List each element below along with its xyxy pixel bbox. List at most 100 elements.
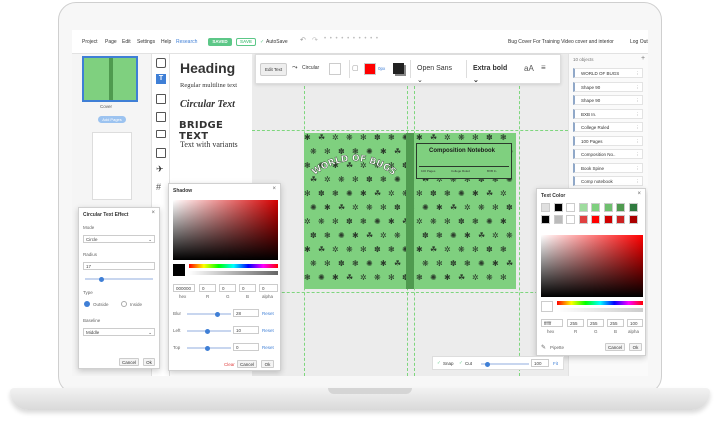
- baseline-select[interactable]: Middle ⌄: [83, 328, 155, 336]
- layer-item[interactable]: Shape 90 ⋮: [573, 81, 643, 92]
- top-reset[interactable]: Reset: [262, 345, 274, 350]
- bridge-text-style[interactable]: BRIDGE TEXT: [179, 120, 252, 142]
- layer-item[interactable]: BXB In. ⋮: [573, 108, 643, 119]
- shapes-icon[interactable]: [156, 112, 166, 122]
- text-tool-icon[interactable]: T: [156, 74, 166, 84]
- hex-input[interactable]: ffffff: [541, 319, 563, 327]
- layer-item[interactable]: Shape 90 ⋮: [573, 95, 643, 105]
- ok-button[interactable]: Ok: [261, 360, 274, 368]
- rocket-icon[interactable]: ✈: [156, 164, 164, 175]
- pipette-label[interactable]: Pipette: [550, 345, 564, 350]
- g-input[interactable]: 0: [219, 284, 236, 292]
- menu-page[interactable]: Page: [105, 39, 117, 45]
- layer-menu-icon[interactable]: ⋮: [636, 150, 641, 159]
- notebook-label-box[interactable]: Composition Notebook 100 Pages College R…: [416, 143, 512, 179]
- r-input[interactable]: 0: [199, 284, 216, 292]
- color-swatch[interactable]: [566, 203, 575, 212]
- menu-project[interactable]: Project: [82, 39, 98, 45]
- left-input[interactable]: 10: [233, 326, 259, 334]
- blur-slider-knob[interactable]: [215, 311, 220, 317]
- background-icon[interactable]: [156, 148, 166, 158]
- font-weight-select[interactable]: Extra bold ⌄: [469, 63, 519, 84]
- outside-radio[interactable]: [84, 301, 90, 307]
- heading-style[interactable]: Heading: [180, 60, 235, 76]
- shadow-icon[interactable]: [393, 63, 404, 74]
- color-picker-area[interactable]: [541, 235, 643, 297]
- top-slider-knob[interactable]: [205, 345, 210, 351]
- blur-input[interactable]: 28: [233, 309, 259, 317]
- circular-toggle[interactable]: Circular: [302, 65, 319, 71]
- b-input[interactable]: 0: [239, 284, 256, 292]
- circular-text-style[interactable]: Circular Text: [180, 99, 235, 110]
- blur-reset[interactable]: Reset: [262, 311, 274, 316]
- undo-icon[interactable]: ↶: [300, 36, 306, 44]
- layer-menu-icon[interactable]: ⋮: [636, 164, 641, 173]
- color-swatch[interactable]: [603, 215, 613, 224]
- stroke-size[interactable]: 0px: [378, 66, 385, 71]
- layer-item[interactable]: 100 Pages ⋮: [573, 135, 643, 146]
- color-swatch[interactable]: [553, 203, 563, 212]
- radius-slider-knob[interactable]: [99, 276, 104, 282]
- b-input[interactable]: 255: [607, 319, 624, 327]
- g-input[interactable]: 255: [587, 319, 604, 327]
- logout-link[interactable]: Log Out: [630, 39, 648, 45]
- redo-icon[interactable]: ↷: [312, 36, 318, 44]
- layer-item[interactable]: Composition No.. ⋮: [573, 149, 643, 159]
- color-swatch[interactable]: [541, 203, 550, 212]
- cut-check-icon[interactable]: ✓: [459, 360, 463, 366]
- layer-item[interactable]: Book Spine ⋮: [573, 162, 643, 173]
- ok-button[interactable]: Ok: [629, 343, 642, 351]
- menu-edit[interactable]: Edit: [122, 39, 131, 45]
- layer-menu-icon[interactable]: ⋮: [636, 177, 641, 186]
- menu-research[interactable]: Research: [176, 39, 197, 45]
- r-input[interactable]: 255: [567, 319, 584, 327]
- left-slider-knob[interactable]: [205, 328, 210, 334]
- alpha-slider[interactable]: [557, 308, 643, 312]
- layer-item[interactable]: WORLD OF BUGS ⋮: [573, 68, 643, 78]
- add-layer-icon[interactable]: +: [641, 55, 645, 62]
- hue-slider[interactable]: [189, 264, 278, 268]
- layout-icon[interactable]: [156, 58, 166, 68]
- close-icon[interactable]: ×: [272, 186, 276, 192]
- close-icon[interactable]: ×: [637, 191, 641, 197]
- alpha-input[interactable]: 0: [259, 284, 278, 292]
- layer-menu-icon[interactable]: ⋮: [636, 137, 641, 146]
- inside-radio[interactable]: [121, 301, 127, 307]
- alpha-slider[interactable]: [189, 271, 278, 275]
- color-swatch[interactable]: [578, 203, 588, 212]
- color-swatch[interactable]: [628, 203, 638, 212]
- color-picker-area[interactable]: [173, 200, 278, 260]
- pipette-icon[interactable]: ✎: [541, 344, 546, 351]
- menu-help[interactable]: Help: [161, 39, 171, 45]
- image-icon[interactable]: [156, 94, 166, 104]
- alpha-input[interactable]: 100: [627, 319, 643, 327]
- color-swatch[interactable]: [541, 215, 550, 224]
- color-swatch[interactable]: [603, 203, 613, 212]
- color-swatch[interactable]: [578, 215, 588, 224]
- color-swatch[interactable]: [616, 203, 625, 212]
- layer-menu-icon[interactable]: ⋮: [636, 83, 641, 92]
- elements-icon[interactable]: [156, 130, 166, 138]
- layer-item[interactable]: Comp notebook ⋮: [573, 176, 643, 186]
- regular-text-style[interactable]: Regular multiline text: [180, 82, 237, 89]
- zoom-input[interactable]: 100: [531, 359, 549, 367]
- layer-menu-icon[interactable]: ⋮: [636, 123, 641, 132]
- saved-button[interactable]: SAVED: [208, 38, 232, 46]
- top-slider[interactable]: [187, 345, 231, 351]
- blur-slider[interactable]: [187, 311, 231, 317]
- text-case-button[interactable]: aA: [524, 64, 534, 73]
- cover-thumbnail[interactable]: [82, 56, 138, 102]
- layer-item[interactable]: College Ruled ⋮: [573, 122, 643, 132]
- radius-input[interactable]: 17: [83, 262, 155, 270]
- left-reset[interactable]: Reset: [262, 328, 274, 333]
- font-family-select[interactable]: Open Sans ⌄: [413, 63, 463, 84]
- mode-select[interactable]: Circle ⌄: [83, 235, 155, 243]
- text-color-swatch[interactable]: [329, 63, 341, 75]
- color-swatch[interactable]: [553, 215, 563, 224]
- book-cover[interactable]: ✱ ☘ ✲ ❋ ✻ ✽ ❃ ✺ ✱ ☘ ✲ ❋ ✻ ✽ ❃ ❋ ✻ ✽ ❃ ✺ ✱ ☘ ✲ ❋ ✻ ✽ ❃ ✺ ✱ ☘ ❃ ✺ ✱ ☘ ✲ ❋ ✻ ✽ ❃ ✺…: [304, 133, 516, 289]
- menu-settings[interactable]: Settings: [137, 39, 155, 45]
- stroke-color-swatch[interactable]: [364, 63, 376, 75]
- snap-check-icon[interactable]: ✓: [437, 360, 441, 366]
- top-input[interactable]: 0: [233, 343, 259, 351]
- radius-slider[interactable]: [85, 276, 153, 282]
